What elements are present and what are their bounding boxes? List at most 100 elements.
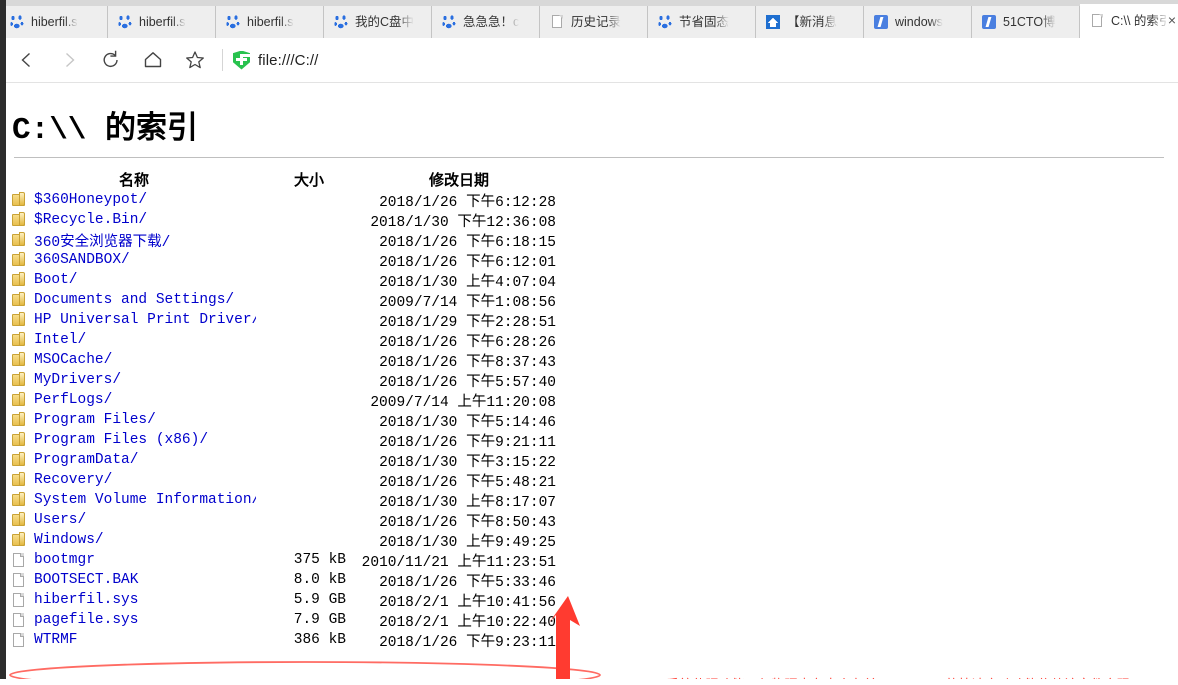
column-header-name[interactable]: 名称 <box>12 169 264 190</box>
csdn-icon <box>873 14 889 30</box>
entry-link[interactable]: Documents and Settings/ <box>34 292 234 308</box>
entry-link[interactable]: MyDrivers/ <box>34 372 121 388</box>
cell-date: 2018/1/26 下午9:23:11 <box>346 630 556 651</box>
entry-link[interactable]: MSOCache/ <box>34 352 112 368</box>
listing-row[interactable]: Documents and Settings/2009/7/14 下午1:08:… <box>0 290 1178 310</box>
listing-row[interactable]: Windows/2018/1/30 上午9:49:25 <box>0 530 1178 550</box>
column-header-size[interactable]: 大小 <box>264 169 354 190</box>
entry-link[interactable]: $Recycle.Bin/ <box>34 212 147 228</box>
entry-link[interactable]: pagefile.sys <box>34 612 138 628</box>
document-icon <box>1089 13 1105 29</box>
folder-icon <box>12 392 26 408</box>
entry-link[interactable]: Windows/ <box>34 532 104 548</box>
listing-row[interactable]: BOOTSECT.BAK8.0 kB2018/1/26 下午5:33:46 <box>0 570 1178 590</box>
browser-tab-1[interactable]: hiberfil.s <box>108 6 216 38</box>
reload-button[interactable] <box>92 41 130 79</box>
cell-date: 2018/1/26 下午6:12:01 <box>346 250 556 271</box>
tab-close-icon[interactable]: × <box>1165 13 1178 27</box>
entry-link[interactable]: Users/ <box>34 512 86 528</box>
entry-link[interactable]: ProgramData/ <box>34 452 138 468</box>
file-icon <box>12 572 26 588</box>
tab-title: 历史记录 <box>571 14 621 30</box>
listing-row[interactable]: 360安全浏览器下载/2018/1/26 下午6:18:15 <box>0 230 1178 250</box>
back-button[interactable] <box>8 41 46 79</box>
browser-tab-7[interactable]: 【新消息 <box>756 6 864 38</box>
browser-tab-5[interactable]: 历史记录 <box>540 6 648 38</box>
browser-tab-8[interactable]: windows <box>864 6 972 38</box>
folder-icon <box>12 252 26 268</box>
house-icon <box>765 14 781 30</box>
listing-row[interactable]: $Recycle.Bin/2018/1/30 下午12:36:08 <box>0 210 1178 230</box>
entry-link[interactable]: Program Files (x86)/ <box>34 432 208 448</box>
entry-link[interactable]: bootmgr <box>34 552 95 568</box>
listing-row[interactable]: bootmgr375 kB2010/11/21 上午11:23:51 <box>0 550 1178 570</box>
file-icon <box>12 592 26 608</box>
entry-link[interactable]: Recovery/ <box>34 472 112 488</box>
csdn-icon <box>981 14 997 30</box>
security-shield-icon[interactable] <box>233 51 250 70</box>
entry-link[interactable]: $360Honeypot/ <box>34 192 147 208</box>
annotation-line-1: hiberfil.sys 系统休眠功能，与物理内存大小有关。Windows的快速… <box>563 676 1178 679</box>
browser-tab-10[interactable]: C:\\ 的索引× <box>1080 4 1178 38</box>
cell-name: 360安全浏览器下载/ <box>12 230 256 251</box>
listing-row[interactable]: System Volume Information/2018/1/30 上午8:… <box>0 490 1178 510</box>
folder-icon <box>12 192 26 208</box>
entry-link[interactable]: WTRMF <box>34 632 78 648</box>
listing-row[interactable]: HP Universal Print Driver/2018/1/29 下午2:… <box>0 310 1178 330</box>
address-bar-url[interactable]: file:///C:// <box>258 52 318 69</box>
tab-title: 我的C盘中 <box>355 14 414 30</box>
listing-row[interactable]: Program Files/2018/1/30 下午5:14:46 <box>0 410 1178 430</box>
cell-date: 2018/1/26 下午8:37:43 <box>346 350 556 371</box>
browser-tab-2[interactable]: hiberfil.s <box>216 6 324 38</box>
listing-row[interactable]: pagefile.sys7.9 GB2018/2/1 上午10:22:40 <box>0 610 1178 630</box>
cell-date: 2018/1/30 上午8:17:07 <box>346 490 556 511</box>
baidu-icon <box>333 14 349 30</box>
forward-button[interactable] <box>50 41 88 79</box>
listing-row[interactable]: MyDrivers/2018/1/26 下午5:57:40 <box>0 370 1178 390</box>
listing-row[interactable]: $360Honeypot/2018/1/26 下午6:12:28 <box>0 190 1178 210</box>
listing-row[interactable]: Program Files (x86)/2018/1/26 下午9:21:11 <box>0 430 1178 450</box>
entry-link[interactable]: Boot/ <box>34 272 78 288</box>
tab-title: 急急急！c <box>463 14 519 30</box>
entry-link[interactable]: BOOTSECT.BAK <box>34 572 138 588</box>
listing-row[interactable]: MSOCache/2018/1/26 下午8:37:43 <box>0 350 1178 370</box>
tab-title: C:\\ 的索引 <box>1111 13 1173 29</box>
entry-link[interactable]: 360SANDBOX/ <box>34 252 130 268</box>
entry-link[interactable]: HP Universal Print Driver/ <box>34 312 256 328</box>
listing-row[interactable]: Recovery/2018/1/26 下午5:48:21 <box>0 470 1178 490</box>
star-icon <box>184 49 206 71</box>
listing-row[interactable]: PerfLogs/2009/7/14 上午11:20:08 <box>0 390 1178 410</box>
entry-link[interactable]: System Volume Information/ <box>34 492 256 508</box>
cell-name: Boot/ <box>12 272 256 288</box>
home-button[interactable] <box>134 41 172 79</box>
listing-row[interactable]: ProgramData/2018/1/30 下午3:15:22 <box>0 450 1178 470</box>
file-listing: 名称 大小 修改日期 $360Honeypot/2018/1/26 下午6:12… <box>0 168 1178 650</box>
browser-tab-0[interactable]: hiberfil.s <box>0 6 108 38</box>
entry-link[interactable]: PerfLogs/ <box>34 392 112 408</box>
bookmark-star-button[interactable] <box>176 41 214 79</box>
entry-link[interactable]: 360安全浏览器下载/ <box>34 230 170 251</box>
tab-bar: hiberfil.shiberfil.shiberfil.s我的C盘中急急急！c… <box>0 0 1178 38</box>
cell-date: 2018/1/26 下午6:12:28 <box>346 190 556 211</box>
folder-icon <box>12 532 26 548</box>
entry-link[interactable]: Program Files/ <box>34 412 156 428</box>
listing-row[interactable]: 360SANDBOX/2018/1/26 下午6:12:01 <box>0 250 1178 270</box>
browser-tab-6[interactable]: 节省固态 <box>648 6 756 38</box>
browser-tab-9[interactable]: 51CTO博 <box>972 6 1080 38</box>
entry-link[interactable]: Intel/ <box>34 332 86 348</box>
cell-name: HP Universal Print Driver/ <box>12 312 256 328</box>
listing-row[interactable]: WTRMF386 kB2018/1/26 下午9:23:11 <box>0 630 1178 650</box>
browser-tab-4[interactable]: 急急急！c <box>432 6 540 38</box>
page-title: C:\\ 的索引 <box>12 102 1178 148</box>
entry-link[interactable]: hiberfil.sys <box>34 592 138 608</box>
column-header-date[interactable]: 修改日期 <box>354 169 564 190</box>
listing-row[interactable]: hiberfil.sys5.9 GB2018/2/1 上午10:41:56 <box>0 590 1178 610</box>
cell-size: 5.9 GB <box>256 592 346 608</box>
browser-tab-3[interactable]: 我的C盘中 <box>324 6 432 38</box>
baidu-icon <box>441 14 457 30</box>
listing-row[interactable]: Users/2018/1/26 下午8:50:43 <box>0 510 1178 530</box>
listing-row[interactable]: Boot/2018/1/30 上午4:07:04 <box>0 270 1178 290</box>
listing-row[interactable]: Intel/2018/1/26 下午6:28:26 <box>0 330 1178 350</box>
cell-name: Program Files (x86)/ <box>12 432 256 448</box>
cell-name: Users/ <box>12 512 256 528</box>
